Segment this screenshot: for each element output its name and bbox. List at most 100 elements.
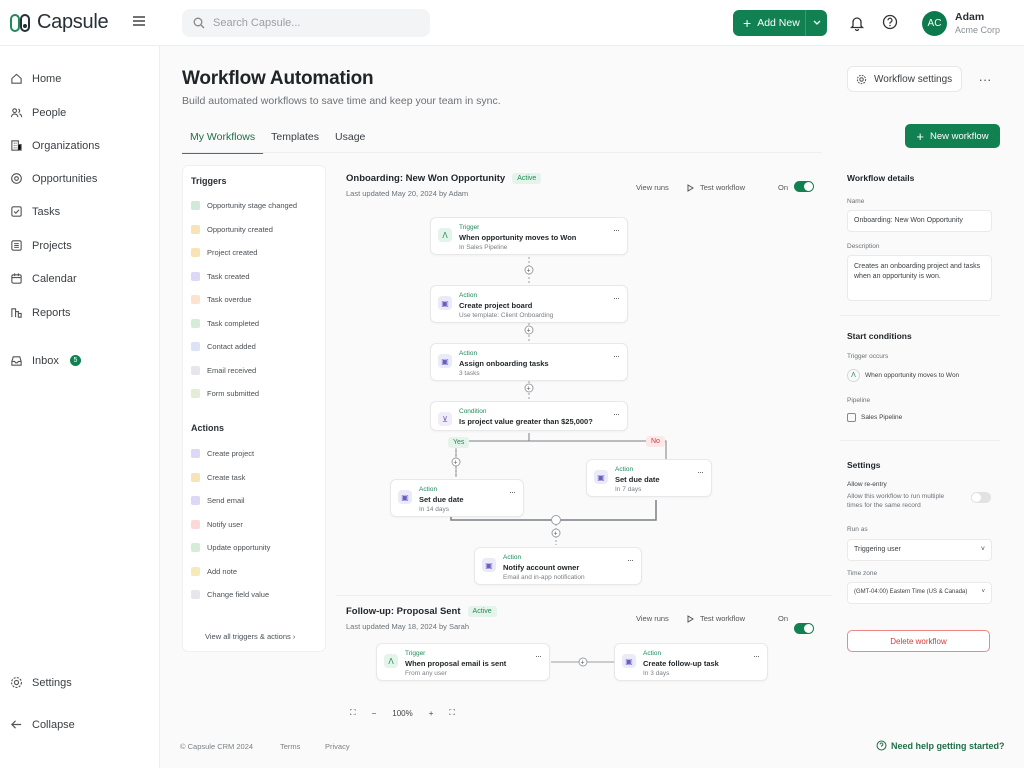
workflow-node-action[interactable]: ▣ Action Set due date In 14 days ··· <box>390 479 524 517</box>
run-as-select[interactable]: Triggering user ˅ <box>847 539 992 561</box>
trigger-type-icon <box>191 271 200 281</box>
search-input[interactable] <box>213 17 413 29</box>
pipeline-value[interactable]: Sales Pipeline <box>847 413 902 422</box>
trigger-occurs-value[interactable]: Λ When opportunity moves to Won <box>847 369 959 382</box>
zoom-in-icon[interactable]: + <box>429 709 434 718</box>
view-runs-link[interactable]: View runs <box>636 614 669 623</box>
tab-templates[interactable]: Templates <box>263 128 327 154</box>
new-workflow-label: New workflow <box>929 130 989 142</box>
trigger-item[interactable]: Opportunity stage changed <box>191 201 297 210</box>
sidebar-item-inbox[interactable]: Inbox 5 <box>10 354 81 367</box>
sidebar-item-opportunities[interactable]: Opportunities <box>10 172 97 185</box>
help-icon[interactable] <box>882 14 898 30</box>
avatar[interactable]: AC <box>922 11 947 36</box>
sidebar-item-projects[interactable]: Projects <box>10 239 72 252</box>
sidebar-item-label: People <box>32 106 67 119</box>
node-title: Set due date <box>615 475 660 484</box>
help-link[interactable]: Need help getting started? <box>876 740 1005 751</box>
node-more-icon[interactable]: ··· <box>613 409 620 419</box>
node-more-icon[interactable]: ··· <box>535 651 542 661</box>
node-type: Condition <box>459 408 487 415</box>
description-field[interactable]: Creates an onboarding project and tasks … <box>847 255 992 301</box>
test-workflow-label: Test workflow <box>700 614 746 623</box>
trigger-item[interactable]: Form submitted <box>191 389 259 398</box>
workflow-name[interactable]: Follow-up: Proposal Sent <box>346 606 461 617</box>
user-name[interactable]: Adam <box>955 11 984 23</box>
workflow-toggle[interactable] <box>794 623 814 634</box>
workflow-settings-button[interactable]: Workflow settings <box>847 66 962 92</box>
node-more-icon[interactable]: ··· <box>613 351 620 361</box>
menu-icon[interactable] <box>132 14 146 28</box>
sidebar-item-calendar[interactable]: Calendar <box>10 272 77 285</box>
trigger-item[interactable]: Project created <box>191 248 257 257</box>
node-more-icon[interactable]: ··· <box>509 487 516 497</box>
add-new-button[interactable]: + Add New <box>733 10 827 36</box>
node-more-icon[interactable]: ··· <box>753 651 760 661</box>
test-workflow-button[interactable]: Test workflow <box>687 614 745 623</box>
name-field[interactable]: Onboarding: New Won Opportunity <box>847 210 992 232</box>
new-workflow-button[interactable]: + New workflow <box>905 124 1000 148</box>
trigger-item[interactable]: Task overdue <box>191 295 252 304</box>
sidebar-item-people[interactable]: People <box>10 106 66 119</box>
action-item[interactable]: Update opportunity <box>191 543 270 552</box>
node-type: Action <box>459 292 478 299</box>
sidebar-item-tasks[interactable]: Tasks <box>10 205 60 218</box>
workflow-node-action[interactable]: ▣ Action Assign onboarding tasks 3 tasks ··· <box>430 343 628 381</box>
people-icon <box>10 108 23 118</box>
more-options-icon[interactable]: ··· <box>970 66 1000 92</box>
sidebar-item-label: Opportunities <box>32 172 98 185</box>
workflow-node-action[interactable]: ▣ Action Notify account owner Email and in-… <box>474 547 642 585</box>
node-more-icon[interactable]: ··· <box>697 467 704 477</box>
node-subtitle: From any user <box>405 670 447 677</box>
trigger-item[interactable]: Task completed <box>191 318 259 328</box>
fit-view-icon[interactable]: ⛶ <box>350 708 356 718</box>
action-item[interactable]: Change field value <box>191 590 269 599</box>
no-branch-label: No <box>646 436 665 447</box>
zoom-out-icon[interactable]: − <box>372 709 377 718</box>
sidebar-collapse[interactable]: Collapse <box>10 718 75 731</box>
time-zone-select[interactable]: (GMT-04:00) Eastern Time (US & Canada) ˅ <box>847 582 992 604</box>
chevron-down-icon[interactable] <box>805 10 827 36</box>
node-more-icon[interactable]: ··· <box>613 225 620 235</box>
sidebar-item-home[interactable]: Home <box>10 72 61 85</box>
privacy-link[interactable]: Privacy <box>325 742 350 751</box>
trigger-item-label: Project created <box>207 248 258 257</box>
app-logo[interactable]: Capsule <box>10 11 109 34</box>
search-box[interactable] <box>182 9 430 37</box>
terms-link[interactable]: Terms <box>280 742 300 751</box>
node-more-icon[interactable]: ··· <box>627 555 634 565</box>
workflow-node-action[interactable]: ▣ Action Create project board Use template:… <box>430 285 628 323</box>
workflow-settings-label: Workflow settings <box>874 73 953 85</box>
tab-usage[interactable]: Usage <box>327 128 373 154</box>
sidebar-item-settings[interactable]: Settings <box>10 676 72 689</box>
action-item[interactable]: Send email <box>191 496 245 505</box>
node-title: Set due date <box>419 495 464 504</box>
action-item[interactable]: Add note <box>191 566 237 576</box>
fullscreen-icon[interactable]: ⛶ <box>449 708 455 718</box>
action-item[interactable]: Create project <box>191 449 254 458</box>
delete-workflow-button[interactable]: Delete workflow <box>847 630 990 652</box>
action-item[interactable]: Notify user <box>191 519 243 529</box>
sidebar-item-organizations[interactable]: Organizations <box>10 139 100 152</box>
workflow-node-condition[interactable]: ⊻ Condition Is project value greater than … <box>430 401 628 431</box>
node-more-icon[interactable]: ··· <box>613 293 620 303</box>
workflow-node-trigger[interactable]: Λ Trigger When proposal email is sent From … <box>376 643 550 681</box>
trigger-item[interactable]: Opportunity created <box>191 224 273 234</box>
trigger-item-label: Task overdue <box>207 295 252 304</box>
view-all-link[interactable]: View all triggers & actions › <box>205 632 295 641</box>
action-item-label: Create project <box>207 449 255 458</box>
sidebar-item-label: Calendar <box>32 272 77 285</box>
reentry-toggle[interactable] <box>971 492 991 503</box>
workflow-node-action[interactable]: ▣ Action Create follow-up task In 3 days ··· <box>614 643 768 681</box>
workflow-node-action[interactable]: ▣ Action Set due date In 7 days ··· <box>586 459 712 497</box>
trigger-item-label: Contact added <box>207 342 256 351</box>
sidebar-item-reports[interactable]: Reports <box>10 306 71 319</box>
action-item[interactable]: Create task <box>191 472 245 482</box>
trigger-item[interactable]: Task created <box>191 271 250 281</box>
trigger-item[interactable]: Contact added <box>191 342 256 351</box>
trigger-type-icon <box>191 201 200 210</box>
tab-my-workflows[interactable]: My Workflows <box>182 128 264 154</box>
workflow-node-trigger[interactable]: Λ Trigger When opportunity moves to Won In … <box>430 217 628 255</box>
bell-icon[interactable] <box>850 15 864 31</box>
trigger-item[interactable]: Email received <box>191 365 256 375</box>
